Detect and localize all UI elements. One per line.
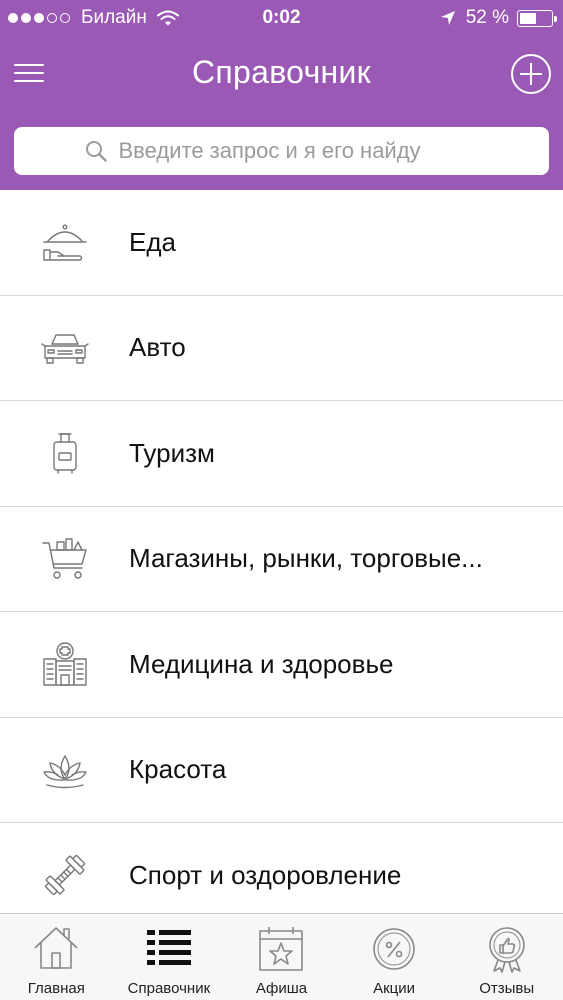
header: Билайн 0:02 52 % Справочник Введите запр…	[0, 0, 563, 190]
car-icon	[40, 323, 90, 373]
add-button[interactable]	[511, 54, 551, 94]
category-label: Медицина и здоровье	[129, 648, 394, 679]
tab-promotions[interactable]: Акции	[338, 914, 451, 1000]
hospital-icon	[40, 639, 90, 689]
app-screen: Билайн 0:02 52 % Справочник Введите запр…	[0, 0, 563, 1000]
food-cloche-icon	[40, 217, 90, 267]
tab-events[interactable]: Афиша	[225, 914, 338, 1000]
category-item-food[interactable]: Еда	[0, 190, 563, 296]
search-icon	[85, 141, 107, 162]
thumbs-up-badge-icon	[482, 924, 532, 974]
tab-reviews[interactable]: Отзывы	[450, 914, 563, 1000]
suitcase-icon	[40, 428, 90, 478]
location-arrow-icon	[440, 11, 455, 25]
tab-label: Главная	[27, 980, 85, 997]
category-item-tourism[interactable]: Туризм	[0, 401, 563, 507]
shopping-cart-icon	[40, 534, 90, 584]
category-item-medicine[interactable]: Медицина и здоровье	[0, 612, 563, 718]
tab-label: Справочник	[127, 980, 211, 997]
tab-label: Отзывы	[479, 980, 535, 997]
category-label: Магазины, рынки, торговые...	[129, 543, 483, 574]
category-item-auto[interactable]: Авто	[0, 296, 563, 401]
tab-home[interactable]: Главная	[0, 914, 113, 1000]
tab-label: Афиша	[255, 980, 308, 997]
category-label: Красота	[129, 754, 227, 785]
category-item-shops[interactable]: Магазины, рынки, торговые...	[0, 507, 563, 612]
dumbbell-icon	[40, 850, 90, 900]
nav-bar: Справочник	[0, 40, 563, 110]
calendar-star-icon	[256, 924, 306, 974]
category-item-beauty[interactable]: Красота	[0, 718, 563, 823]
category-label: Авто	[129, 332, 186, 363]
tab-label: Акции	[373, 980, 416, 997]
battery-icon	[517, 9, 557, 27]
battery-percent: 52 %	[465, 7, 509, 28]
category-label: Еда	[129, 226, 176, 257]
search-input[interactable]	[118, 138, 479, 164]
status-bar-right: 52 %	[440, 7, 557, 29]
home-icon	[31, 924, 81, 974]
lotus-icon	[40, 745, 90, 795]
tab-catalog[interactable]: Справочник	[113, 914, 226, 1000]
page-title: Справочник	[192, 54, 371, 90]
discount-icon	[369, 924, 419, 974]
search-bar[interactable]	[14, 127, 549, 175]
tab-bar: Главная Справочник Афиша Акции Отзывы	[0, 913, 563, 1000]
category-label: Спорт и оздоровление	[129, 859, 402, 890]
category-label: Туризм	[129, 437, 215, 468]
status-bar: Билайн 0:02 52 %	[0, 0, 563, 36]
list-icon	[144, 924, 194, 974]
category-list: Еда Авто Туризм Магазины, рынки, торговы…	[0, 190, 563, 929]
